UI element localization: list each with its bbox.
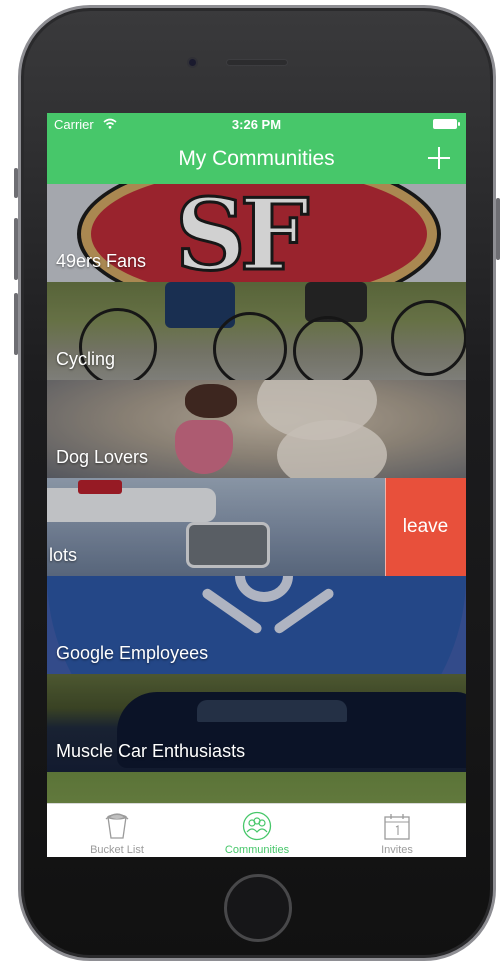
community-row-muscle-car[interactable]: Muscle Car Enthusiasts	[47, 674, 466, 772]
tab-communities[interactable]: Communities	[187, 804, 327, 857]
tab-bar: Bucket List Communities Invites	[47, 803, 466, 857]
navigation-bar: Carrier 3:26 PM My Communities	[47, 113, 466, 184]
community-name: Dog Lovers	[56, 447, 149, 467]
add-community-button[interactable]	[428, 147, 450, 169]
bucket-icon	[105, 813, 129, 839]
drone-gimbal	[186, 522, 270, 568]
drone-body	[47, 488, 216, 522]
community-row-dog-lovers[interactable]: Dog Lovers	[47, 380, 466, 478]
battery-icon	[433, 119, 460, 129]
mute-switch	[14, 168, 18, 198]
community-row-partial[interactable]	[47, 772, 466, 803]
communities-icon	[242, 811, 272, 841]
community-row-49ers[interactable]: SF 49ers Fans	[47, 184, 466, 282]
volume-up-button	[14, 218, 18, 280]
community-row-cycling[interactable]: Cycling	[47, 282, 466, 380]
49ers-logo-letters: SF	[173, 184, 310, 282]
community-name: Google Employees	[56, 643, 209, 663]
dog-nose	[185, 384, 237, 418]
community-list[interactable]: SF 49ers Fans Cycling Dog Lovers lots le…	[47, 184, 466, 803]
car-window	[197, 700, 347, 722]
dog-tongue	[175, 420, 233, 474]
volume-down-button	[14, 293, 18, 355]
dog-fur	[277, 420, 387, 478]
tab-label: Communities	[224, 844, 290, 856]
community-name: Cycling	[56, 349, 116, 369]
community-row-google[interactable]: Google Employees	[47, 576, 466, 674]
status-bar: Carrier 3:26 PM	[47, 113, 466, 135]
community-image	[47, 478, 385, 576]
cyclist-shape	[165, 282, 235, 328]
tab-invites[interactable]: Invites	[327, 804, 466, 857]
logo-figure-arm	[200, 586, 264, 636]
page-title: My Communities	[178, 147, 335, 170]
logo-figure-arm	[272, 586, 336, 636]
home-button[interactable]	[224, 874, 292, 942]
community-name: 49ers Fans	[56, 251, 147, 271]
drone-arm	[78, 480, 122, 494]
tab-bucket-list[interactable]: Bucket List	[47, 804, 187, 857]
front-camera	[187, 57, 198, 68]
dog-fur	[257, 380, 377, 440]
community-row-swiped[interactable]: lots leave	[47, 478, 466, 576]
bike-wheel	[391, 300, 466, 376]
clock: 3:26 PM	[231, 117, 282, 132]
tab-label: Bucket List	[90, 844, 144, 856]
app-screen: Carrier 3:26 PM My Communities SF 49ers …	[47, 113, 466, 857]
leave-button[interactable]: leave	[385, 478, 466, 576]
calendar-icon	[384, 814, 410, 840]
community-name: lots	[49, 545, 78, 565]
community-name: Muscle Car Enthusiasts	[56, 741, 246, 761]
logo-figure-head	[235, 576, 293, 602]
tab-label: Invites	[381, 844, 413, 856]
cyclist-shape	[305, 282, 367, 322]
bike-wheel	[293, 316, 363, 380]
power-button	[496, 198, 500, 260]
earpiece-speaker	[226, 59, 288, 66]
community-image	[47, 772, 466, 803]
bike-wheel	[213, 312, 287, 380]
